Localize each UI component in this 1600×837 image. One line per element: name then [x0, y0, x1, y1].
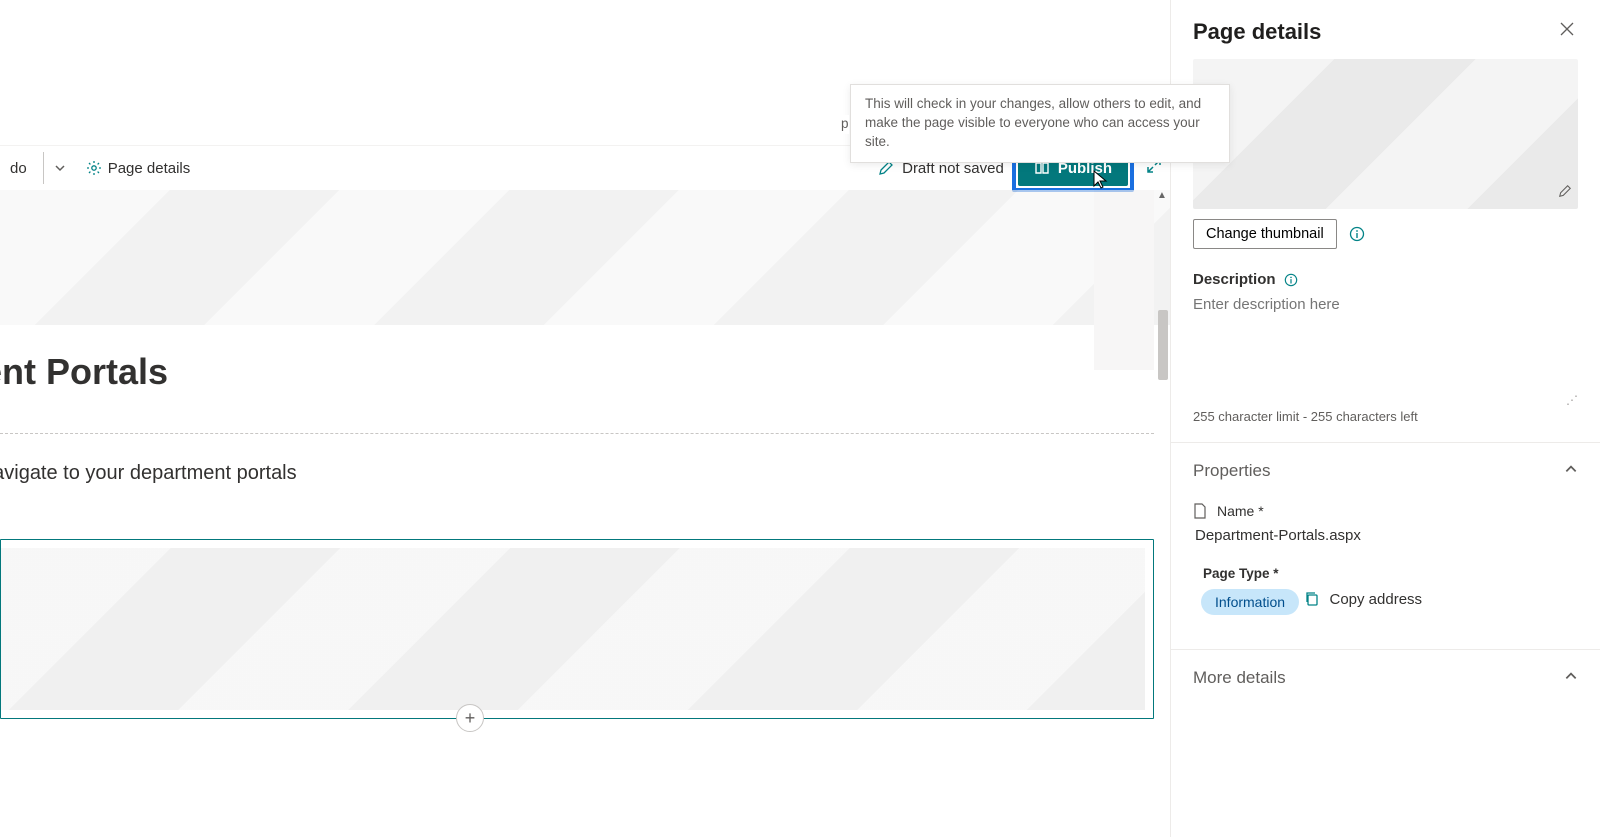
panel-title: Page details [1193, 19, 1321, 45]
more-details-header-text: More details [1193, 668, 1286, 688]
properties-header-text: Properties [1193, 461, 1270, 481]
vertical-scrollbar[interactable]: ▲ [1154, 190, 1170, 837]
webpart-content [1, 548, 1145, 710]
selected-webpart[interactable]: + [0, 539, 1154, 719]
publish-tooltip: p This will check in your changes, allow… [850, 84, 1230, 163]
name-value[interactable]: Department-Portals.aspx [1193, 527, 1578, 544]
change-thumbnail-button[interactable]: Change thumbnail [1193, 219, 1337, 249]
info-icon[interactable] [1349, 226, 1365, 242]
close-icon [1560, 23, 1574, 40]
close-panel-button[interactable] [1556, 18, 1578, 45]
copy-address-label: Copy address [1330, 591, 1423, 608]
properties-section-toggle[interactable]: Properties [1193, 461, 1578, 481]
info-icon[interactable] [1284, 273, 1298, 287]
gear-icon [86, 160, 102, 176]
name-label-text: Name * [1217, 503, 1264, 519]
page-type-pill[interactable]: Information [1201, 589, 1299, 615]
chevron-up-icon [1564, 668, 1578, 688]
description-label-text: Description [1193, 271, 1276, 288]
undo-dropdown[interactable] [43, 152, 72, 184]
copy-icon [1304, 591, 1320, 607]
char-limit-text: 255 character limit - 255 characters lef… [1193, 409, 1578, 424]
hero-banner [0, 190, 1170, 325]
section-divider [0, 433, 1154, 434]
page-details-button[interactable]: Page details [80, 152, 197, 184]
edit-thumbnail-icon[interactable] [1558, 184, 1572, 203]
undo-label-fragment: do [10, 160, 27, 177]
thumbnail-preview [1193, 59, 1578, 209]
tooltip-text: This will check in your changes, allow o… [865, 96, 1201, 149]
description-input[interactable] [1193, 296, 1578, 386]
page-type-label: Page Type * [1193, 566, 1578, 581]
description-label: Description [1193, 271, 1298, 288]
more-details-section-toggle[interactable]: More details [1193, 668, 1578, 688]
page-details-panel: Page details Change thumbnail Descriptio… [1170, 0, 1600, 837]
page-title[interactable]: ent Portals [0, 325, 1154, 423]
scrollbar-thumb[interactable] [1158, 310, 1168, 380]
page-canvas-scroll[interactable]: ent Portals navigate to your department … [0, 190, 1170, 837]
resize-grip-icon[interactable]: ⋰ [1193, 393, 1578, 407]
scroll-up-icon[interactable]: ▲ [1154, 190, 1170, 201]
page-details-label: Page details [108, 160, 191, 177]
page-subtitle[interactable]: navigate to your department portals [0, 462, 1154, 485]
tooltip-leading-char: p [841, 115, 849, 134]
chevron-up-icon [1564, 461, 1578, 481]
chevron-down-icon [54, 162, 66, 174]
name-property-label: Name * [1193, 503, 1578, 519]
copy-address-button[interactable]: Copy address [1304, 591, 1423, 608]
undo-button[interactable]: do [4, 152, 33, 184]
page-icon [1193, 503, 1207, 519]
add-section-button[interactable]: + [456, 704, 484, 732]
